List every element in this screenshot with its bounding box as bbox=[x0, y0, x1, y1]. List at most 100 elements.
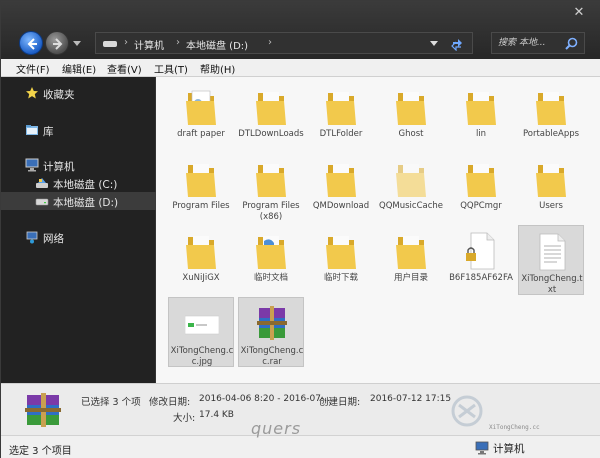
breadcrumb-separator[interactable]: › bbox=[268, 37, 272, 48]
file-item[interactable]: PortableApps bbox=[518, 81, 584, 151]
file-item[interactable]: Program Files bbox=[168, 153, 234, 223]
star-icon bbox=[26, 87, 38, 99]
modified-date-value: 2016-04-06 8:20 - 2016-07-... bbox=[199, 394, 333, 404]
breadcrumb-separator[interactable]: › bbox=[176, 37, 180, 48]
file-item[interactable]: QQPCmgr bbox=[448, 153, 514, 223]
file-item[interactable]: XuNiJiGX bbox=[168, 225, 234, 295]
drive-icon bbox=[103, 41, 117, 47]
menu-help[interactable]: 帮助(H) bbox=[200, 61, 235, 76]
arrow-left-icon bbox=[27, 38, 37, 50]
file-item[interactable]: lin bbox=[448, 81, 514, 151]
sidebar-item-label: 收藏夹 bbox=[43, 89, 75, 101]
sidebar-item-favorites[interactable]: 收藏夹 bbox=[1, 84, 156, 102]
size-value: 17.4 KB bbox=[199, 410, 234, 420]
file-item[interactable]: B6F185AF62FA bbox=[448, 225, 514, 295]
status-location: 计算机 bbox=[493, 443, 525, 455]
file-item[interactable]: QQMusicCache bbox=[378, 153, 444, 223]
file-item[interactable]: 临时文档 bbox=[238, 225, 304, 295]
library-icon bbox=[26, 125, 38, 135]
status-selection-text: 选定 3 个项目 bbox=[9, 446, 72, 457]
recent-pages-icon[interactable] bbox=[73, 41, 81, 47]
folder-icon bbox=[466, 164, 496, 197]
arrow-right-icon bbox=[53, 38, 63, 50]
file-item[interactable]: XiTongCheng.txt bbox=[518, 225, 584, 295]
system-drive-icon bbox=[36, 178, 48, 188]
breadcrumb-separator[interactable]: › bbox=[124, 37, 128, 48]
sidebar-item-library[interactable]: 库 bbox=[1, 121, 156, 139]
back-button[interactable] bbox=[19, 31, 43, 55]
modified-date-label: 修改日期: bbox=[149, 397, 191, 408]
file-item[interactable]: draft paper bbox=[168, 81, 234, 151]
file-item[interactable]: QMDownload bbox=[308, 153, 374, 223]
sidebar-item-label: 库 bbox=[43, 126, 54, 138]
file-name: DTLDownLoads bbox=[238, 129, 304, 139]
network-icon bbox=[26, 231, 38, 244]
address-bar[interactable]: › 计算机 › 本地磁盘 (D:) › bbox=[95, 32, 473, 54]
folder-icon bbox=[186, 236, 216, 269]
created-date-label: 创建日期: bbox=[319, 397, 361, 408]
file-item[interactable]: 临时下载 bbox=[308, 225, 374, 295]
rar-archive-icon bbox=[257, 306, 287, 340]
close-button[interactable]: ✕ bbox=[571, 5, 587, 21]
file-name: 用户目录 bbox=[393, 273, 428, 283]
file-name: Program Files (x86) bbox=[242, 201, 300, 222]
file-name: XiTongCheng.cc.jpg bbox=[170, 346, 234, 367]
drive-icon bbox=[35, 198, 49, 206]
file-name: Program Files bbox=[172, 201, 230, 211]
menu-view[interactable]: 查看(V) bbox=[107, 61, 142, 76]
sidebar-item-computer[interactable]: 计算机 bbox=[1, 156, 156, 174]
text-file-icon bbox=[539, 233, 566, 271]
file-item[interactable]: DTLFolder bbox=[308, 81, 374, 151]
menu-edit[interactable]: 编辑(E) bbox=[62, 61, 96, 76]
file-name: QQMusicCache bbox=[379, 201, 443, 211]
file-item[interactable]: DTLDownLoads bbox=[238, 81, 304, 151]
file-name: lin bbox=[475, 129, 487, 139]
explorer-window: ✕ › 计算机 › 本地磁盘 (D:) › 文件(F) 编辑(E) 查看(V) … bbox=[0, 0, 600, 458]
chevron-down-icon[interactable] bbox=[430, 41, 438, 46]
folder-icon bbox=[466, 92, 496, 125]
sidebar-item-label: 本地磁盘 (C:) bbox=[53, 179, 118, 191]
file-name: QMDownload bbox=[312, 201, 370, 211]
sidebar-item-drive-c[interactable]: 本地磁盘 (C:) bbox=[1, 174, 156, 192]
file-name: XuNiJiGX bbox=[182, 273, 220, 283]
file-name: PortableApps bbox=[522, 129, 580, 139]
sidebar-item-label: 网络 bbox=[43, 233, 64, 245]
breadcrumb-drive-d[interactable]: 本地磁盘 (D:) bbox=[186, 37, 248, 52]
sidebar-item-network[interactable]: 网络 bbox=[1, 228, 156, 246]
file-list: draft paper DTLDownLoads DTLFolder Ghost… bbox=[156, 77, 600, 383]
selection-count: 已选择 3 个项 bbox=[81, 397, 141, 408]
file-name: draft paper bbox=[177, 129, 225, 139]
folder-icon bbox=[186, 164, 216, 197]
menu-tools[interactable]: 工具(T) bbox=[154, 61, 188, 76]
computer-icon bbox=[475, 441, 489, 455]
folder-icon bbox=[256, 236, 286, 269]
folder-icon bbox=[326, 236, 356, 269]
file-name: B6F185AF62FA bbox=[449, 273, 513, 283]
created-date-value: 2016-07-12 17:15 bbox=[370, 394, 452, 404]
file-item[interactable]: XiTongCheng.cc.jpg bbox=[168, 297, 234, 367]
file-item[interactable]: XiTongCheng.cc.rar bbox=[238, 297, 304, 367]
menu-file[interactable]: 文件(F) bbox=[16, 61, 50, 76]
forward-button[interactable] bbox=[45, 31, 69, 55]
sidebar-item-drive-d[interactable]: 本地磁盘 (D:) bbox=[1, 192, 156, 210]
file-item[interactable]: 用户目录 bbox=[378, 225, 444, 295]
breadcrumb-computer[interactable]: 计算机 bbox=[134, 37, 164, 52]
search-icon[interactable] bbox=[565, 37, 578, 50]
search-box[interactable] bbox=[491, 32, 585, 54]
watermark-url: XiTongCheng.cc bbox=[489, 424, 540, 431]
folder-faded-icon bbox=[396, 164, 426, 197]
folder-icon bbox=[256, 92, 286, 125]
file-name: DTLFolder bbox=[319, 129, 363, 139]
folder-document-icon bbox=[186, 90, 216, 125]
folder-icon bbox=[396, 236, 426, 269]
file-item[interactable]: Program Files (x86) bbox=[238, 153, 304, 223]
refresh-icon[interactable] bbox=[450, 37, 464, 51]
folder-icon bbox=[326, 92, 356, 125]
search-input[interactable] bbox=[498, 36, 562, 50]
file-name: Ghost bbox=[398, 129, 424, 139]
file-item[interactable]: Ghost bbox=[378, 81, 444, 151]
locked-file-icon bbox=[466, 232, 495, 270]
sidebar-item-label: 计算机 bbox=[43, 161, 75, 173]
file-item[interactable]: Users bbox=[518, 153, 584, 223]
file-name: 临时文档 bbox=[253, 273, 288, 283]
